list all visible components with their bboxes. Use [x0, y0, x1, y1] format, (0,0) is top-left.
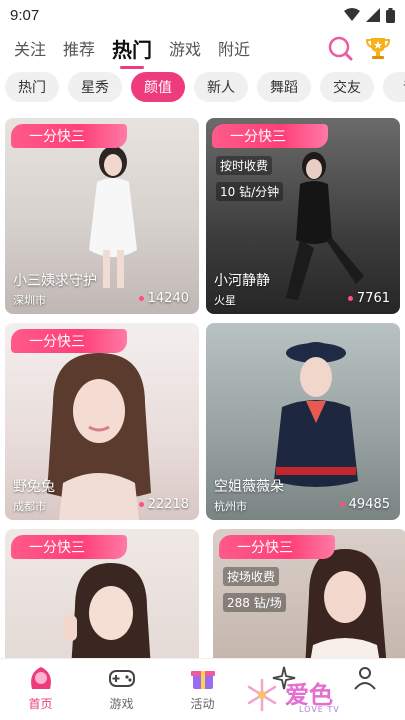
streamer-figure: [63, 563, 151, 658]
tab-hot[interactable]: 热门: [112, 34, 152, 69]
live-dot-icon: [138, 296, 144, 301]
wifi-icon: [344, 8, 360, 21]
viewer-count-value: 49485: [348, 497, 390, 512]
viewer-count: 49485: [339, 497, 390, 512]
viewer-count-value: 14240: [147, 291, 189, 306]
stream-card[interactable]: 一分快三 野兔兔 成都市 22218: [5, 323, 199, 520]
streamer-city: 成都市: [13, 500, 46, 513]
chip-looks[interactable]: 颜值: [131, 72, 185, 102]
fee-rate: 10 钻/分钟: [216, 182, 284, 201]
status-time: 9:07: [10, 6, 40, 24]
signal-icon: [366, 8, 380, 22]
fee-type: 按时收费: [216, 156, 273, 175]
bottom-nav-games[interactable]: 游戏: [81, 659, 162, 720]
bottom-nav-home[interactable]: 首页: [0, 659, 81, 720]
fee-rate: 288 钻/场: [223, 593, 286, 612]
watermark-text: 爱色: [285, 681, 333, 709]
tab-games[interactable]: 游戏: [169, 36, 201, 60]
bottom-nav-games-label: 游戏: [109, 697, 134, 711]
streamer-city: 火星: [214, 294, 236, 307]
live-dot-icon: [138, 502, 144, 507]
viewer-count-value: 7761: [356, 291, 390, 306]
game-badge: 一分快三: [212, 124, 328, 148]
viewer-count: 14240: [138, 291, 189, 306]
streamer-name: 野兔兔: [13, 479, 55, 495]
top-tabs: 关注 推荐 热门 游戏 附近: [0, 30, 405, 69]
streamer-city: 杭州市: [214, 500, 247, 513]
chip-social[interactable]: 交友: [320, 72, 374, 102]
search-icon[interactable]: [327, 35, 353, 61]
chip-hot[interactable]: 热门: [5, 72, 59, 102]
watermark-subtext: LOVE TV: [299, 705, 340, 714]
gift-icon: [190, 671, 215, 689]
game-badge: 一分快三: [11, 535, 127, 559]
home-icon: [30, 667, 51, 689]
game-badge: 一分快三: [219, 535, 335, 559]
streamer-figure: [89, 146, 137, 288]
category-chips: 热门 星秀 颜值 新人 舞蹈 交友 音: [0, 72, 405, 108]
stream-card[interactable]: 一分快三 按场收费 288 钻/场: [213, 529, 405, 658]
tab-recommend[interactable]: 推荐: [63, 36, 95, 60]
nav-actions: [327, 35, 391, 61]
streamer-name: 小河静静: [214, 273, 270, 289]
chip-music[interactable]: 音: [383, 72, 405, 102]
live-dot-icon: [339, 502, 345, 507]
watermark-logo: 爱色 LOVE TV: [243, 672, 353, 718]
streamer-name: 小三姨求守护: [13, 273, 97, 289]
viewer-count: 7761: [347, 291, 390, 306]
bottom-nav-activity-label: 活动: [190, 697, 215, 711]
streamer-city: 深圳市: [13, 294, 46, 307]
game-badge: 一分快三: [11, 329, 127, 353]
streamer-figure: [305, 549, 387, 658]
status-icons: [344, 7, 395, 23]
live-dot-icon: [347, 296, 353, 301]
gamepad-icon: [108, 670, 135, 687]
stream-card[interactable]: 空姐薇薇朵 杭州市 49485: [206, 323, 400, 520]
stream-card[interactable]: 一分快三 小三姨求守护 深圳市 14240: [5, 118, 199, 314]
trophy-icon[interactable]: [365, 35, 391, 61]
user-icon: [353, 667, 376, 690]
bottom-nav-activity[interactable]: 活动: [162, 659, 243, 720]
bottom-nav-home-label: 首页: [28, 697, 53, 711]
viewer-count: 22218: [138, 497, 189, 512]
snowflake-logo-icon: [247, 678, 277, 712]
battery-icon: [386, 7, 395, 23]
chip-dance[interactable]: 舞蹈: [257, 72, 311, 102]
fee-type: 按场收费: [223, 567, 280, 586]
stream-card[interactable]: 一分快三: [5, 529, 199, 658]
streamer-figure: [286, 152, 364, 300]
chip-star-show[interactable]: 星秀: [68, 72, 122, 102]
viewer-count-value: 22218: [147, 497, 189, 512]
chip-new[interactable]: 新人: [194, 72, 248, 102]
stream-card[interactable]: 一分快三 按时收费 10 钻/分钟 小河静静 火星 7761: [206, 118, 400, 314]
streamer-name: 空姐薇薇朵: [214, 479, 284, 495]
game-badge: 一分快三: [11, 124, 127, 148]
tab-follow[interactable]: 关注: [14, 36, 46, 60]
tab-nearby[interactable]: 附近: [218, 36, 250, 60]
stream-grid: 一分快三 小三姨求守护 深圳市 14240 一分快三 按时收费 10 钻/分钟 …: [0, 118, 405, 658]
status-bar: 9:07: [0, 0, 405, 30]
